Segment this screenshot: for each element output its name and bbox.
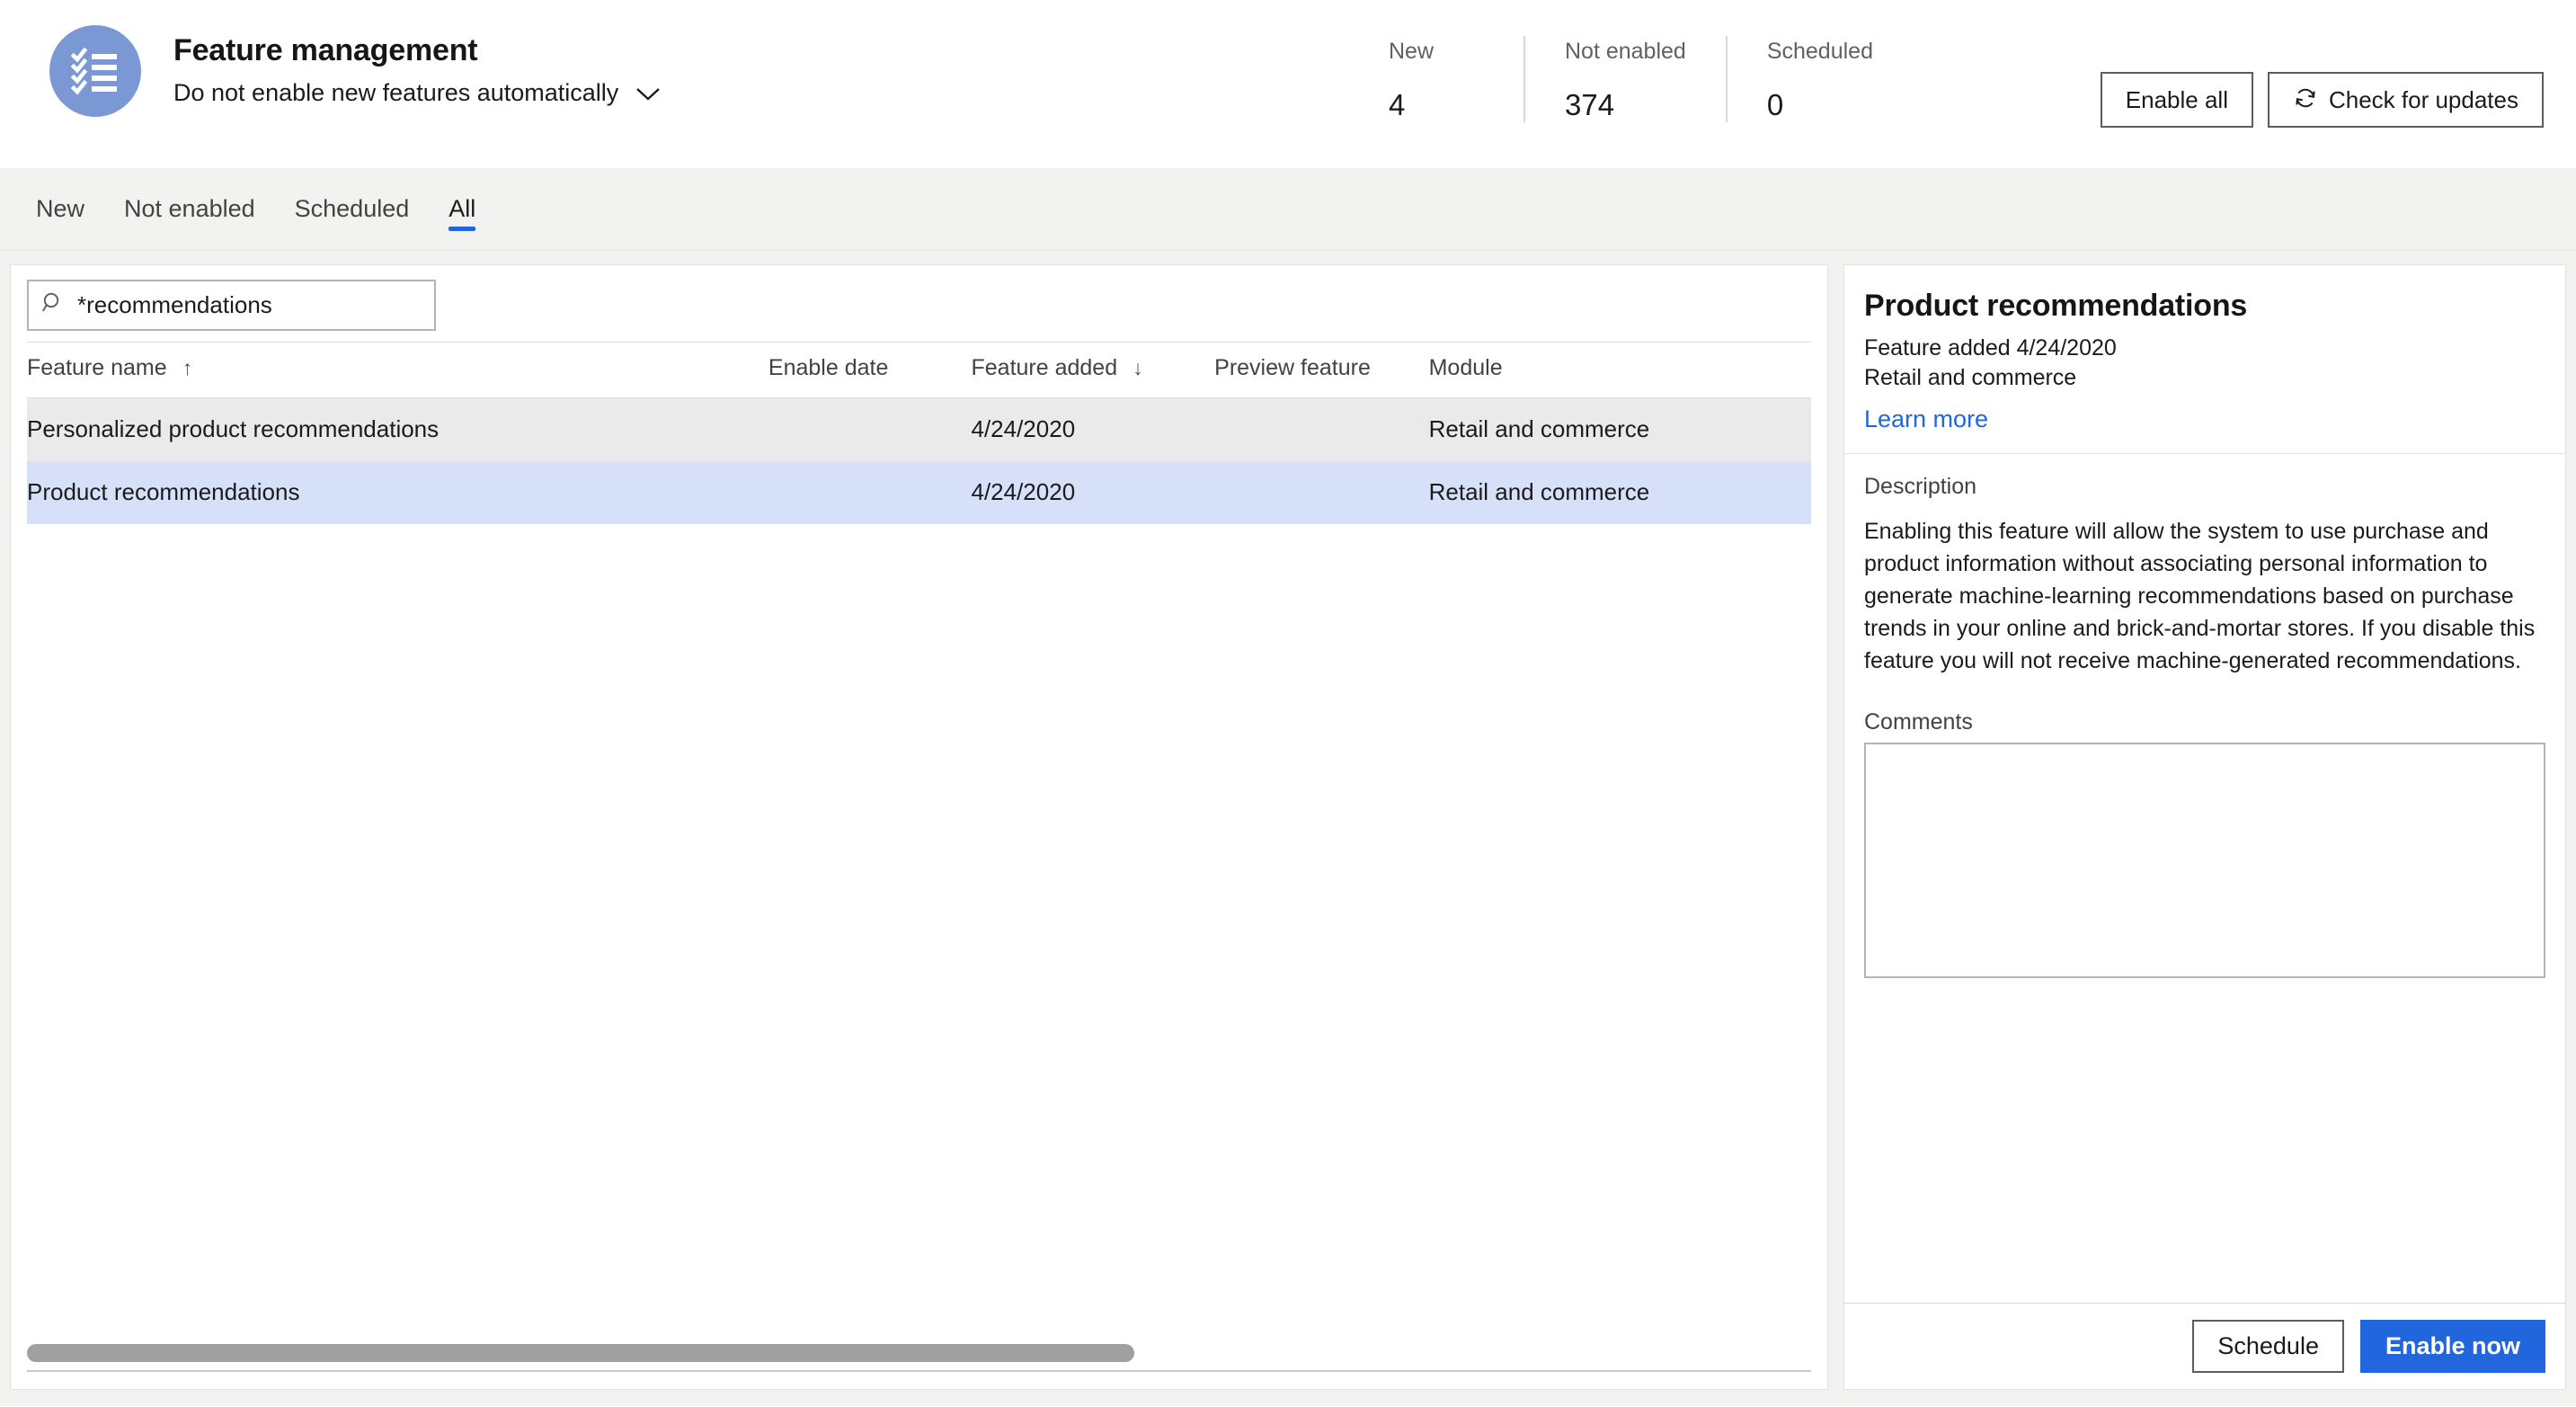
auto-enable-label: Do not enable new features automatically: [173, 79, 619, 106]
refresh-icon: [2293, 85, 2318, 114]
schedule-button[interactable]: Schedule: [2192, 1320, 2344, 1373]
col-header-module[interactable]: Module: [1428, 342, 1811, 398]
cell-module: Retail and commerce: [1428, 460, 1811, 524]
cell-preview-feature: [1214, 397, 1429, 461]
stat-scheduled-label: Scheduled: [1766, 39, 1873, 64]
horizontal-scrollbar-thumb[interactable]: [27, 1344, 1134, 1362]
cell-enable-date: [768, 397, 972, 461]
enable-all-button[interactable]: Enable all: [2100, 72, 2253, 128]
table-header-row: Feature name ↑ Enable date Feature added…: [27, 342, 1811, 398]
header-stats: New 4 Not enabled 374 Scheduled 0: [1389, 36, 1913, 122]
feature-list-pane: Feature name ↑ Enable date Feature added…: [10, 264, 1828, 1390]
col-header-enable-date[interactable]: Enable date: [768, 342, 972, 398]
header-identity: Feature management Do not enable new fea…: [0, 0, 662, 117]
stat-new-value: 4: [1389, 88, 1406, 121]
page-title: Feature management: [173, 33, 478, 67]
stat-new: New 4: [1389, 36, 1523, 122]
sort-descending-icon: ↓: [1133, 356, 1143, 379]
feature-table: Feature name ↑ Enable date Feature added…: [27, 342, 1811, 524]
check-for-updates-button[interactable]: Check for updates: [2267, 72, 2544, 128]
auto-enable-selector[interactable]: Do not enable new features automatically: [173, 79, 662, 107]
detail-title: Product recommendations: [1864, 289, 2248, 323]
stat-not-enabled: Not enabled 374: [1523, 36, 1726, 122]
stat-not-enabled-label: Not enabled: [1565, 39, 1686, 64]
description-text: Enabling this feature will allow the sys…: [1864, 519, 2536, 673]
stat-new-label: New: [1389, 39, 1435, 64]
search-box[interactable]: [27, 280, 436, 331]
learn-more-link[interactable]: Learn more: [1864, 405, 1988, 433]
page-header: Feature management Do not enable new fea…: [0, 0, 2576, 168]
search-area: [11, 265, 1827, 331]
comments-input[interactable]: [1864, 743, 2545, 978]
cell-feature-added: 4/24/2020: [971, 397, 1215, 461]
cell-feature-name: Personalized product recommendations: [27, 397, 768, 461]
cell-feature-added: 4/24/2020: [971, 460, 1215, 524]
checklist-icon: [49, 25, 141, 117]
search-input[interactable]: [77, 291, 422, 319]
table-row[interactable]: Personalized product recommendations 4/2…: [27, 397, 1811, 461]
col-header-feature-name[interactable]: Feature name ↑: [27, 342, 768, 398]
detail-feature-added: Feature added 4/24/2020: [1864, 335, 2117, 361]
search-icon: [41, 291, 65, 319]
detail-module: Retail and commerce: [1864, 365, 2077, 390]
col-header-preview-feature-label: Preview feature: [1214, 355, 1371, 380]
chevron-down-icon[interactable]: [635, 85, 662, 102]
cell-feature-name: Product recommendations: [27, 460, 768, 524]
tab-scheduled[interactable]: Scheduled: [275, 168, 430, 251]
check-for-updates-label: Check for updates: [2328, 86, 2518, 113]
detail-body: Description Enabling this feature will a…: [1844, 454, 2565, 1303]
horizontal-scrollbar[interactable]: [27, 1344, 1811, 1362]
cell-module: Retail and commerce: [1428, 397, 1811, 461]
col-header-preview-feature[interactable]: Preview feature: [1214, 342, 1429, 398]
col-header-enable-date-label: Enable date: [768, 355, 889, 380]
col-header-module-label: Module: [1428, 355, 1503, 380]
table-row[interactable]: Product recommendations 4/24/2020 Retail…: [27, 460, 1811, 524]
tab-strip: New Not enabled Scheduled All: [0, 168, 2576, 251]
cell-preview-feature: [1214, 460, 1429, 524]
feature-detail-pane: Product recommendations Feature added 4/…: [1843, 264, 2566, 1390]
detail-header: Product recommendations Feature added 4/…: [1844, 265, 2565, 454]
table-bottom-divider: [27, 1370, 1811, 1372]
tab-new[interactable]: New: [16, 168, 104, 251]
main-content: Feature name ↑ Enable date Feature added…: [0, 251, 2576, 1406]
enable-now-button[interactable]: Enable now: [2359, 1320, 2545, 1373]
header-actions: Enable all Check for updates: [2100, 72, 2544, 128]
sort-ascending-icon: ↑: [182, 356, 193, 379]
col-header-feature-added-label: Feature added: [971, 355, 1118, 380]
description-label: Description: [1864, 474, 1977, 499]
col-header-feature-name-label: Feature name: [27, 355, 167, 380]
tab-all[interactable]: All: [429, 168, 495, 251]
stat-scheduled-value: 0: [1766, 88, 1784, 121]
stat-scheduled: Scheduled 0: [1725, 36, 1913, 122]
comments-label: Comments: [1864, 709, 1973, 735]
title-block: Feature management Do not enable new fea…: [173, 25, 662, 107]
tab-not-enabled[interactable]: Not enabled: [104, 168, 275, 251]
cell-enable-date: [768, 460, 972, 524]
col-header-feature-added[interactable]: Feature added ↓: [971, 342, 1215, 398]
stat-not-enabled-value: 374: [1565, 88, 1615, 121]
detail-footer: Schedule Enable now: [1844, 1303, 2565, 1389]
